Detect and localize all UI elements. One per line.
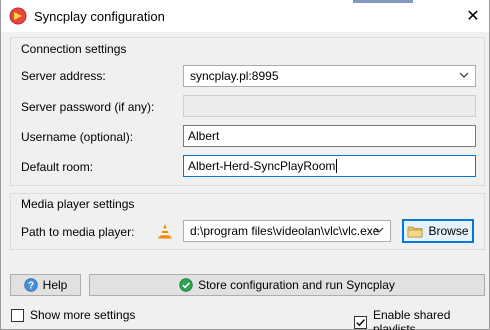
default-room-field[interactable]: Albert-Herd-SyncPlayRoom (183, 155, 476, 177)
checkbox-unchecked-icon[interactable] (11, 308, 24, 322)
username-field[interactable]: Albert (183, 125, 476, 147)
server-password-field[interactable] (183, 95, 476, 117)
media-player-path-combo[interactable]: d:\program files\videolan\vlc\vlc.exe (183, 220, 391, 242)
vlc-cone-icon (158, 224, 172, 239)
connection-settings-group: Connection settings Server address: sync… (10, 37, 485, 186)
checkmark-circle-icon (179, 278, 193, 292)
svg-text:?: ? (28, 281, 34, 292)
media-player-settings-title: Media player settings (21, 197, 135, 211)
text-caret (336, 159, 338, 173)
close-icon: ✕ (466, 8, 480, 25)
enable-shared-playlists-checkbox[interactable]: Enable shared playlists (354, 308, 489, 330)
server-password-label: Server password (if any): (21, 100, 155, 114)
media-player-settings-group: Media player settings Path to media play… (10, 193, 485, 250)
config-window: Syncplay configuration ✕ Connection sett… (0, 0, 490, 330)
chevron-down-icon (459, 72, 469, 78)
help-icon: ? (23, 278, 38, 292)
default-room-label: Default room: (21, 160, 94, 174)
browse-label: Browse (428, 224, 469, 238)
server-address-combo[interactable]: syncplay.pl:8995 (183, 65, 476, 87)
close-button[interactable]: ✕ (457, 0, 489, 32)
connection-settings-title: Connection settings (21, 42, 127, 56)
server-address-label: Server address: (21, 69, 106, 83)
folder-icon (408, 226, 423, 238)
help-label: Help (42, 278, 68, 292)
window-title: Syncplay configuration (34, 9, 165, 24)
browse-button[interactable]: Browse (402, 219, 474, 243)
chevron-down-icon (374, 227, 384, 233)
store-and-run-button[interactable]: Store configuration and run Syncplay (89, 274, 485, 296)
media-player-path-value: d:\program files\videolan\vlc\vlc.exe (190, 224, 380, 238)
default-room-value: Albert-Herd-SyncPlayRoom (188, 159, 336, 173)
title-bar[interactable]: Syncplay configuration ✕ (1, 0, 489, 32)
username-value: Albert (188, 129, 220, 143)
media-player-path-label: Path to media player: (21, 225, 135, 239)
server-address-value: syncplay.pl:8995 (190, 69, 279, 83)
store-and-run-label: Store configuration and run Syncplay (198, 278, 395, 292)
syncplay-app-icon (9, 7, 27, 25)
username-label: Username (optional): (21, 130, 134, 144)
help-button[interactable]: ? Help (10, 274, 81, 296)
show-more-settings-checkbox[interactable]: Show more settings (11, 308, 135, 322)
check-icon (356, 318, 365, 326)
background-window-edge (353, 0, 413, 3)
show-more-settings-label: Show more settings (30, 308, 136, 322)
enable-shared-playlists-label: Enable shared playlists (373, 308, 451, 330)
checkbox-checked-icon[interactable] (354, 315, 367, 329)
